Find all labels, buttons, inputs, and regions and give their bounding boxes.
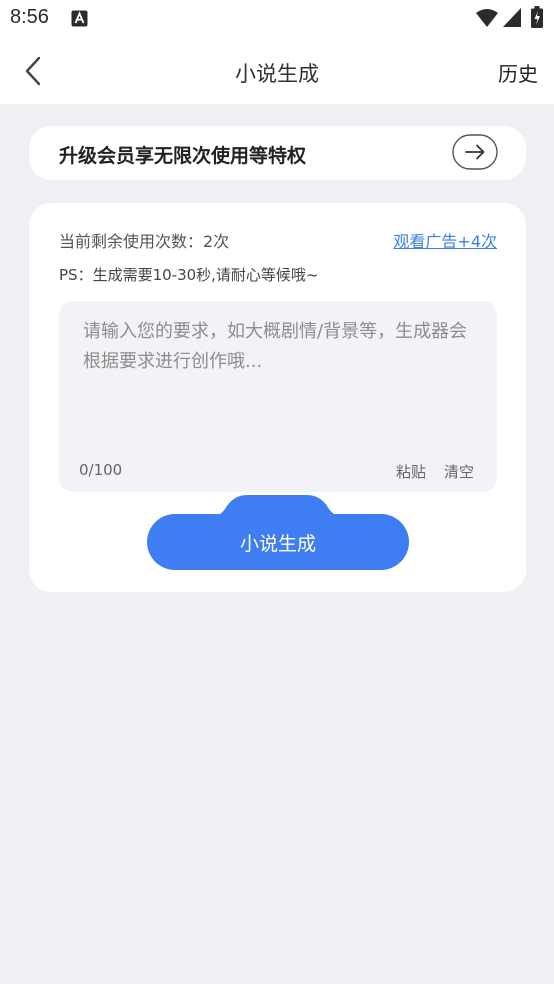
generator-card: 当前剩余使用次数：2次 观看广告+4次 PS：生成需要10-30秒,请耐心等候哦… bbox=[29, 203, 526, 592]
remaining-uses-text: 当前剩余使用次数：2次 bbox=[59, 232, 230, 251]
generate-novel-button[interactable]: 小说生成 bbox=[147, 514, 409, 570]
status-bar: 8:56 bbox=[0, 0, 554, 38]
watch-ad-link[interactable]: 观看广告+4次 bbox=[393, 228, 497, 252]
char-count: 0/100 bbox=[79, 461, 123, 479]
requirement-input-box: 0/100 粘贴 清空 bbox=[59, 301, 497, 492]
header: 小说生成 历史 bbox=[0, 38, 554, 104]
wifi-icon bbox=[476, 9, 498, 27]
ps-note: PS：生成需要10-30秒,请耐心等候哦~ bbox=[59, 266, 319, 284]
arrow-right-circle-icon[interactable] bbox=[452, 134, 498, 170]
paste-button[interactable]: 粘贴 bbox=[396, 461, 426, 482]
battery-charging-icon bbox=[531, 6, 543, 28]
a-letter-icon bbox=[71, 10, 88, 27]
clear-button[interactable]: 清空 bbox=[444, 461, 474, 482]
status-time: 8:56 bbox=[10, 6, 49, 28]
history-button[interactable]: 历史 bbox=[498, 58, 538, 87]
vip-banner-text: 升级会员享无限次使用等特权 bbox=[59, 145, 307, 167]
generate-button-label: 小说生成 bbox=[239, 532, 316, 555]
novel-generator-screen: 8:56 小说生成 历史 升级会员享无限次使用等特权 当前剩余使用次数：2次 观… bbox=[0, 0, 554, 984]
requirement-input[interactable] bbox=[83, 317, 479, 447]
signal-icon bbox=[503, 8, 521, 27]
page-title: 小说生成 bbox=[235, 62, 319, 86]
vip-upgrade-banner[interactable]: 升级会员享无限次使用等特权 bbox=[29, 126, 526, 180]
